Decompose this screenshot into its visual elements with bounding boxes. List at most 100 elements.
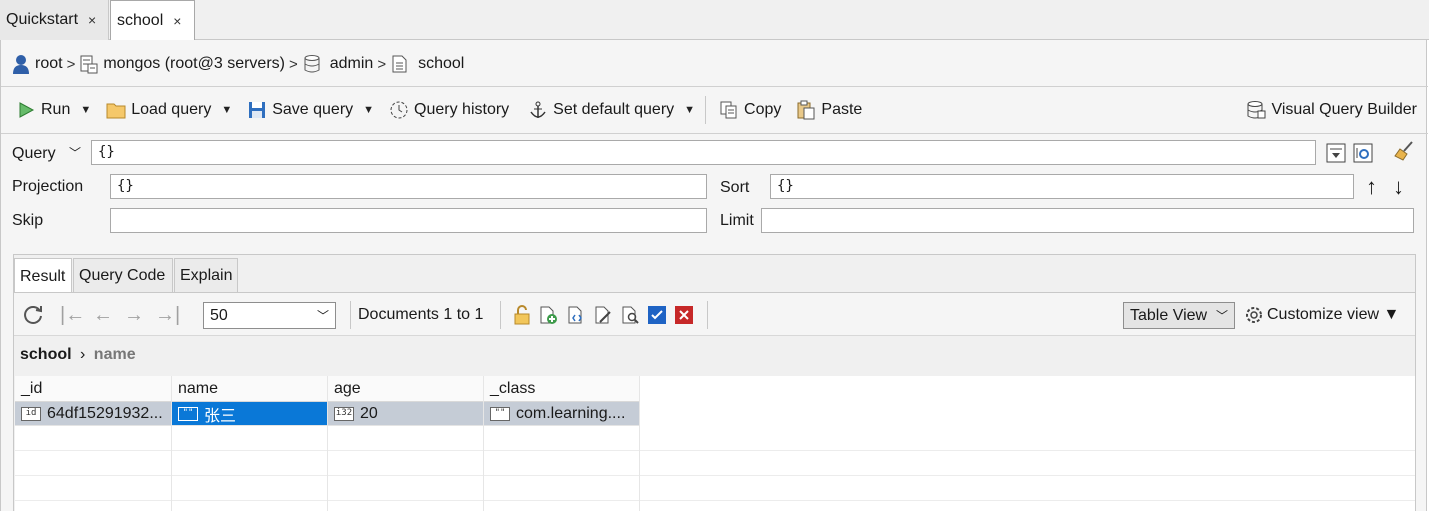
dropdown-arrow-icon[interactable]: ▼ xyxy=(684,104,695,116)
query-label: Query xyxy=(12,145,56,162)
save-query-label: Save query xyxy=(272,101,354,118)
column-divider xyxy=(327,376,328,511)
tab-result[interactable]: Result xyxy=(14,258,72,294)
tab-explain[interactable]: Explain xyxy=(174,258,238,292)
table-cell-age[interactable]: i32 20 xyxy=(328,402,484,426)
copy-button[interactable]: Copy xyxy=(714,96,785,124)
next-page-icon[interactable]: → xyxy=(124,304,144,327)
breadcrumb-server[interactable]: mongos (root@3 servers) xyxy=(103,55,285,73)
breadcrumb-database[interactable]: admin xyxy=(330,55,374,73)
query-toolbar: Run ▼ Load query ▼ Save query ▼ Query hi… xyxy=(11,95,1421,125)
gear-icon[interactable] xyxy=(1243,304,1265,326)
dropdown-arrow-icon[interactable]: ▼ xyxy=(363,104,374,116)
floppy-disk-icon xyxy=(246,99,268,121)
play-icon xyxy=(15,99,37,121)
tab-school[interactable]: school × xyxy=(110,0,195,41)
query-input[interactable]: {} xyxy=(91,140,1316,165)
query-history-label: Query history xyxy=(414,101,510,118)
projection-input[interactable]: {} xyxy=(110,174,707,199)
result-path: school › name xyxy=(20,346,136,364)
limit-label: Limit xyxy=(720,212,754,229)
filter-options-icon[interactable] xyxy=(1325,142,1347,164)
sort-input[interactable]: {} xyxy=(770,174,1354,199)
edit-json-icon[interactable] xyxy=(565,304,587,326)
customize-view-button[interactable]: Customize view ▼ xyxy=(1267,306,1399,324)
dropdown-arrow-icon[interactable]: ▼ xyxy=(221,104,232,116)
result-path-collection[interactable]: school xyxy=(20,346,72,363)
table-cell-id[interactable]: id 64df15291932... xyxy=(15,402,172,426)
chevron-down-icon: ﹀ xyxy=(1215,309,1228,323)
run-button[interactable]: Run xyxy=(11,96,74,124)
chevron-right-icon: > xyxy=(288,55,298,73)
table-cell-class[interactable]: "" com.learning.... xyxy=(484,402,640,426)
result-table: _id name age _class id 64df15291932... "… xyxy=(15,376,1415,511)
clear-broom-icon[interactable] xyxy=(1393,140,1415,162)
paste-label: Paste xyxy=(821,101,863,118)
query-builder-icon xyxy=(1245,99,1267,121)
anchor-icon xyxy=(527,99,549,121)
first-page-icon[interactable]: |← xyxy=(60,304,85,327)
load-query-button[interactable]: Load query xyxy=(101,96,215,124)
result-panel: Result Query Code Explain |← ← → →| 50 ﹀… xyxy=(13,254,1416,511)
sort-ascending-icon[interactable]: ↑ xyxy=(1366,174,1377,200)
load-query-label: Load query xyxy=(131,101,212,118)
cell-value: 64df15291932... xyxy=(47,404,163,422)
view-mode-value: Table View xyxy=(1130,306,1208,324)
add-document-icon[interactable] xyxy=(537,304,559,326)
column-header-id[interactable]: _id xyxy=(15,376,172,402)
document-tab-strip: Quickstart × school × xyxy=(0,0,1429,41)
toolbar-separator xyxy=(705,96,707,124)
dropdown-arrow-icon[interactable]: ▼ xyxy=(80,104,91,116)
empty-table-row xyxy=(15,426,1415,451)
page-size-select[interactable]: 50 ﹀ xyxy=(203,302,336,329)
result-path-field: name xyxy=(93,346,136,363)
close-icon[interactable]: × xyxy=(88,12,96,28)
chevron-down-icon: ﹀ xyxy=(316,309,329,323)
table-cell-name[interactable]: "" 张三 xyxy=(172,402,328,426)
column-header-age[interactable]: age xyxy=(328,376,484,402)
limit-input[interactable] xyxy=(761,208,1414,233)
column-divider xyxy=(639,376,640,511)
query-settings-icon[interactable] xyxy=(1352,142,1374,164)
breadcrumb-collection[interactable]: school xyxy=(418,55,464,73)
run-label: Run xyxy=(41,101,71,118)
chevron-down-icon[interactable]: ﹀ xyxy=(69,144,81,161)
skip-input[interactable] xyxy=(110,208,707,233)
copy-label: Copy xyxy=(744,101,782,118)
string-type-icon: "" xyxy=(490,406,510,421)
cell-value: 张三 xyxy=(204,405,237,425)
view-mode-select[interactable]: Table View ﹀ xyxy=(1123,302,1235,329)
documents-range: Documents 1 to 1 xyxy=(358,306,484,323)
sort-descending-icon[interactable]: ↓ xyxy=(1393,174,1404,200)
view-document-icon[interactable] xyxy=(619,304,641,326)
query-history-button[interactable]: Query history xyxy=(384,96,513,124)
breadcrumb: root > mongos (root@3 servers) > admin >… xyxy=(11,52,464,76)
previous-page-icon[interactable]: ← xyxy=(93,304,113,327)
save-query-button[interactable]: Save query xyxy=(242,96,357,124)
tab-quickstart[interactable]: Quickstart × xyxy=(0,0,109,40)
select-all-checkbox-icon[interactable] xyxy=(646,304,668,326)
empty-table-row xyxy=(15,451,1415,476)
column-header-class[interactable]: _class xyxy=(484,376,640,402)
last-page-icon[interactable]: →| xyxy=(155,304,180,327)
set-default-query-label: Set default query xyxy=(553,101,675,118)
delete-document-icon[interactable] xyxy=(673,304,695,326)
refresh-icon[interactable] xyxy=(22,303,44,325)
collection-icon xyxy=(390,54,410,74)
chevron-right-icon: > xyxy=(377,55,387,73)
unlock-icon[interactable] xyxy=(511,304,533,326)
toolbar-separator xyxy=(500,301,501,329)
tab-query-code[interactable]: Query Code xyxy=(73,258,173,292)
visual-query-builder-button[interactable]: Visual Query Builder xyxy=(1241,96,1421,124)
set-default-query-button[interactable]: Set default query xyxy=(523,96,678,124)
column-header-name[interactable]: name xyxy=(172,376,328,402)
objectid-type-icon: id xyxy=(21,406,41,421)
paste-button[interactable]: Paste xyxy=(791,96,866,124)
divider xyxy=(1,133,1428,134)
column-divider xyxy=(171,376,172,511)
breadcrumb-user[interactable]: root xyxy=(35,55,63,73)
close-icon[interactable]: × xyxy=(173,13,181,29)
cell-value: 20 xyxy=(360,404,378,422)
edit-document-icon[interactable] xyxy=(592,304,614,326)
cell-value: com.learning.... xyxy=(516,404,626,422)
